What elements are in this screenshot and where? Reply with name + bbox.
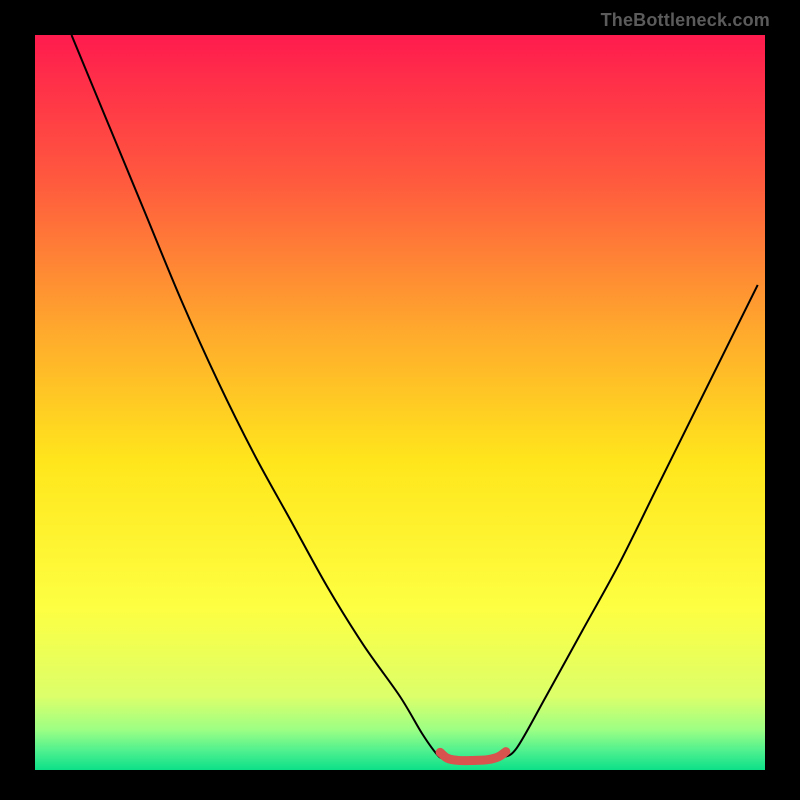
chart-plot-area (35, 35, 765, 770)
chart-background-gradient (35, 35, 765, 770)
chart-stage: TheBottleneck.com (0, 0, 800, 800)
chart-svg (35, 35, 765, 770)
watermark-text: TheBottleneck.com (601, 10, 770, 31)
